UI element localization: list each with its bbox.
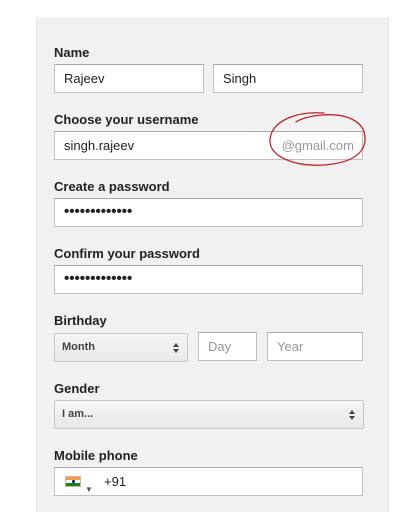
password-field[interactable]: •••••••••••••: [54, 198, 363, 227]
birthday-day-field[interactable]: Day: [198, 332, 257, 361]
gender-label: Gender: [54, 381, 100, 396]
mobile-phone-value: +91: [104, 474, 127, 489]
last-name-field[interactable]: Singh: [213, 64, 363, 93]
gender-selected-value: I am...: [62, 408, 94, 420]
username-field[interactable]: singh.rajeev @gmail.com: [54, 131, 363, 160]
select-arrows-icon: [349, 410, 355, 420]
birthday-year-field[interactable]: Year: [267, 332, 363, 361]
name-label: Name: [54, 45, 90, 60]
confirm-password-label: Confirm your password: [54, 246, 200, 261]
confirm-password-field[interactable]: •••••••••••••: [54, 265, 363, 294]
month-selected-value: Month: [62, 341, 95, 353]
birthday-month-select[interactable]: Month: [54, 333, 188, 362]
gmail-suffix: @gmail.com: [281, 138, 354, 153]
birthday-label: Birthday: [54, 313, 107, 328]
india-flag-icon[interactable]: [65, 476, 81, 487]
username-label: Choose your username: [54, 112, 199, 127]
username-value: singh.rajeev: [64, 138, 135, 153]
mobile-phone-field[interactable]: ▼ +91: [54, 467, 363, 496]
gender-select[interactable]: I am...: [54, 400, 364, 429]
country-dropdown-caret-icon[interactable]: ▼: [85, 476, 93, 495]
password-label: Create a password: [54, 179, 170, 194]
first-name-field[interactable]: Rajeev: [54, 64, 204, 93]
mobile-phone-label: Mobile phone: [54, 448, 138, 463]
select-arrows-icon: [173, 343, 179, 353]
